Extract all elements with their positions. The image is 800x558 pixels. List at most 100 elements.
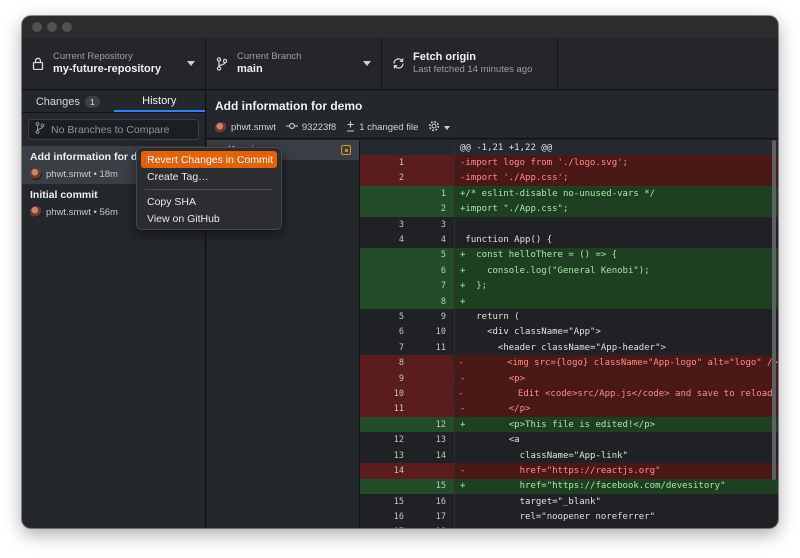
diff-line: 1 -import logo from './logo.svg';: [360, 155, 778, 171]
diff-line: 8 +: [360, 293, 778, 310]
old-line-number: 4: [398, 235, 404, 246]
new-line-number: 14: [435, 450, 446, 461]
line-number-gutter[interactable]: 15 16: [360, 493, 455, 510]
line-number-gutter[interactable]: 33: [360, 216, 455, 233]
commit-author: phwt.smwt: [46, 206, 91, 218]
line-number-gutter[interactable]: 14: [360, 463, 455, 479]
close-window-button[interactable]: [32, 22, 42, 32]
line-number-gutter[interactable]: 2: [360, 170, 455, 187]
code-text: - <p>: [460, 373, 526, 384]
repo-label: Current Repository: [53, 51, 133, 62]
line-number-gutter[interactable]: 12: [360, 417, 455, 433]
tab-history-label: History: [142, 94, 177, 107]
gear-icon: [428, 120, 440, 135]
old-line-number: 17: [360, 527, 404, 528]
code-text: + };: [460, 281, 488, 292]
line-number-gutter[interactable]: 11: [360, 401, 455, 418]
tab-history[interactable]: History: [113, 91, 205, 112]
line-number-gutter[interactable]: [360, 140, 455, 156]
view-on-github-menu-item[interactable]: View on GitHub: [141, 210, 277, 227]
commit-author: phwt.smwt: [231, 122, 276, 133]
line-number-gutter[interactable]: 5: [360, 247, 455, 264]
code-text: function App() {: [460, 235, 553, 246]
diff-view: @@ -1,21 +1,22 @@ 1 -import logo from './l…: [360, 140, 778, 528]
line-number-gutter[interactable]: 8: [360, 355, 454, 371]
commit-age: 18m: [99, 168, 118, 180]
diff-scrollbar[interactable]: [772, 140, 776, 480]
diff-line: 6 + console.log("General Kenobi");: [360, 263, 778, 279]
fetch-status: Last fetched 14 minutes ago: [413, 64, 533, 75]
branch-compare-input[interactable]: No Branches to Compare: [28, 119, 199, 140]
line-number-gutter[interactable]: 59: [360, 309, 455, 325]
title-bar: [22, 16, 778, 38]
main-panel: Add information for demo phwt.smwt 93223…: [207, 91, 778, 528]
diff-hunk-header: @@ -1,21 +1,22 @@: [360, 140, 778, 156]
commit-author: phwt.smwt: [46, 168, 91, 180]
line-number-gutter[interactable]: 1: [360, 186, 455, 202]
diff-icon: [346, 121, 355, 135]
branch-icon: [35, 122, 45, 137]
old-line-number: 9: [398, 373, 404, 384]
current-repository-button[interactable]: Current Repository my-future-repository: [22, 38, 206, 89]
line-number-gutter[interactable]: 7: [360, 278, 455, 294]
branch-name: main: [237, 63, 263, 75]
code-text: - Edit <code>src/App.js</code> and save …: [458, 388, 778, 399]
line-number-gutter[interactable]: 10: [360, 386, 454, 402]
fetch-label: Fetch origin: [413, 51, 476, 63]
commit-summary-title: Add information for demo: [215, 99, 363, 113]
old-line-number: 16: [393, 512, 404, 523]
diff-line: 9 - <p>: [360, 370, 778, 387]
new-line-number: 16: [435, 496, 446, 507]
old-line-number: 1: [398, 158, 404, 169]
minimize-window-button[interactable]: [47, 22, 57, 32]
old-line-number: 6: [398, 327, 404, 338]
old-line-number: 10: [393, 388, 404, 399]
code-text: return (: [460, 311, 520, 322]
revert-changes-menu-item[interactable]: Revert Changes in Commit: [141, 151, 277, 168]
commit-sha[interactable]: 93223f8: [302, 122, 336, 133]
diff-line: 1 +/* eslint-disable no-unused-vars */: [360, 186, 778, 202]
code-text: >: [455, 527, 514, 528]
line-number-gutter[interactable]: 16 17: [360, 509, 455, 525]
code-text: @@ -1,21 +1,22 @@: [460, 142, 553, 153]
current-branch-button[interactable]: Current Branch main: [206, 38, 382, 89]
commit-summary-header: Add information for demo phwt.smwt 93223…: [207, 91, 778, 139]
new-line-number: 4: [440, 235, 446, 246]
diff-line: 14 - href="https://reactjs.org": [360, 463, 778, 479]
old-line-number: 15: [393, 496, 404, 507]
old-line-number: 12: [393, 435, 404, 446]
line-number-gutter[interactable]: 6 10: [360, 324, 455, 341]
line-number-gutter[interactable]: 15: [360, 478, 455, 494]
diff-line: 10 - Edit <code>src/App.js</code> and sav…: [360, 386, 778, 402]
tab-changes[interactable]: Changes 1: [22, 91, 114, 112]
line-number-gutter[interactable]: 9: [360, 370, 455, 387]
avatar: [30, 168, 42, 180]
diff-line: 11 - </p>: [360, 401, 778, 418]
tab-changes-label: Changes: [35, 95, 80, 108]
code-text: <div className="App">: [460, 327, 601, 338]
diff-line: 15 + href="https://facebook.com/devesitor…: [360, 478, 778, 494]
copy-sha-menu-item[interactable]: Copy SHA: [141, 193, 277, 210]
zoom-window-button[interactable]: [62, 22, 72, 32]
old-line-number: 2: [398, 173, 404, 184]
diff-line: 1718 >: [360, 524, 778, 528]
line-number-gutter[interactable]: 1718: [360, 524, 455, 528]
line-number-gutter[interactable]: 6: [360, 263, 455, 279]
new-line-number: 7: [440, 281, 446, 292]
new-line-number: 17: [435, 512, 446, 523]
branch-label: Current Branch: [237, 51, 302, 62]
line-number-gutter[interactable]: 8: [360, 293, 455, 310]
line-number-gutter[interactable]: 2: [360, 201, 455, 217]
line-number-gutter[interactable]: 13 14: [360, 447, 455, 464]
diff-settings-button[interactable]: [428, 120, 451, 135]
create-tag-menu-item[interactable]: Create Tag…: [141, 168, 277, 185]
line-number-gutter[interactable]: 12 13: [360, 432, 455, 448]
old-line-number: 13: [393, 450, 404, 461]
line-number-gutter[interactable]: 1: [360, 155, 455, 171]
fetch-origin-button[interactable]: Fetch origin Last fetched 14 minutes ago: [382, 38, 558, 89]
code-text: + const helloThere = () => {: [460, 250, 618, 261]
line-number-gutter[interactable]: 7 11: [360, 340, 455, 356]
line-number-gutter[interactable]: 44: [360, 232, 455, 248]
diff-line: 16 17 rel="noopener noreferrer": [360, 509, 778, 525]
toolbar: Current Repository my-future-repository …: [22, 38, 778, 90]
